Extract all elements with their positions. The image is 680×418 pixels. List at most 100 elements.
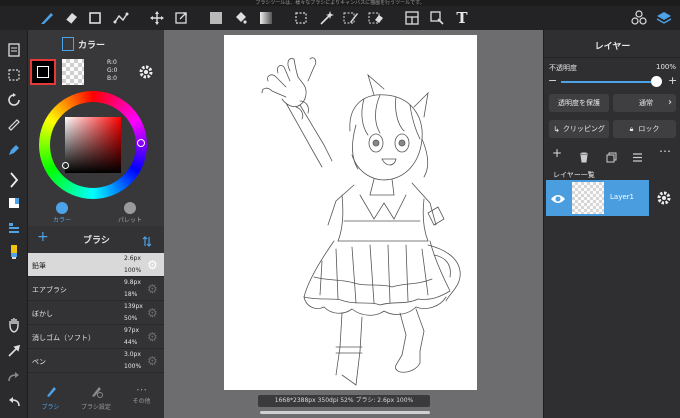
file-icon[interactable] xyxy=(4,40,24,60)
eraser-icon[interactable] xyxy=(62,9,80,27)
opacity-slider-handle[interactable] xyxy=(651,76,662,87)
brush-size: 97px xyxy=(124,327,139,334)
snap-icon[interactable] xyxy=(428,9,446,27)
brush-opacity: 44% xyxy=(124,339,138,346)
tab-brush[interactable]: ブラシ xyxy=(28,380,73,416)
redo-icon[interactable] xyxy=(4,367,24,387)
layer-list-icon[interactable] xyxy=(632,148,643,167)
pen-tool-icon[interactable] xyxy=(112,9,130,27)
hue-handle[interactable] xyxy=(137,139,145,147)
pen-nib-icon[interactable] xyxy=(4,140,24,160)
trash-icon[interactable] xyxy=(579,148,589,167)
opacity-slider[interactable] xyxy=(561,81,657,83)
frame-icon[interactable] xyxy=(403,9,421,27)
brush-item-pen[interactable]: ペン 3.0px 100% ⚙ xyxy=(28,349,164,373)
add-layer-icon[interactable]: + xyxy=(552,146,562,160)
blend-mode-select[interactable]: 通常 › xyxy=(613,94,676,112)
layers-icon[interactable] xyxy=(655,9,673,27)
brush-opacity: 18% xyxy=(124,291,138,298)
opacity-increase-button[interactable]: + xyxy=(668,74,677,87)
transform-icon[interactable] xyxy=(172,9,190,27)
opacity-slider-fill xyxy=(561,81,657,83)
protect-alpha-button[interactable]: 透明度を保護 xyxy=(549,94,609,112)
color-square[interactable] xyxy=(65,117,121,173)
palette-tab-icon xyxy=(124,202,136,214)
tab-other[interactable]: ⋯ その他 xyxy=(119,380,164,416)
brush-item-soft-eraser[interactable]: 消しゴム（ソフト） 97px 44% ⚙ xyxy=(28,325,164,349)
color-picker-handle[interactable] xyxy=(62,162,69,169)
grid-icon[interactable] xyxy=(62,37,74,51)
move-icon[interactable] xyxy=(148,9,166,27)
brush-color-icon[interactable] xyxy=(4,242,24,262)
duplicate-layer-icon[interactable] xyxy=(606,148,617,167)
eyedropper-icon[interactable] xyxy=(4,341,24,361)
brush-item-pencil[interactable]: 鉛筆 2.6px 100% ⚙ xyxy=(28,253,164,277)
layer-gear-icon[interactable] xyxy=(656,190,672,210)
brush-item-blur[interactable]: ぼかし 139px 50% ⚙ xyxy=(28,301,164,325)
rgb-b: B:0 xyxy=(107,75,117,82)
opacity-decrease-button[interactable]: − xyxy=(548,74,557,87)
add-brush-button[interactable]: + xyxy=(37,229,49,245)
brush-name: 消しゴム（ソフト） xyxy=(32,334,95,342)
rgb-g: G:0 xyxy=(107,67,118,74)
lock-icon: 🔒︎ xyxy=(629,124,634,133)
brush-size: 9.8px xyxy=(124,279,141,286)
select-icon[interactable] xyxy=(4,65,24,85)
collapse-icon[interactable] xyxy=(4,170,24,190)
brush-name: ペン xyxy=(32,358,46,366)
select-rect-icon[interactable] xyxy=(292,9,310,27)
layer-row[interactable]: Layer1 xyxy=(546,180,649,216)
eye-icon[interactable] xyxy=(550,190,566,209)
more-options-icon[interactable]: ⋯ xyxy=(659,144,671,158)
brush-tab-icon xyxy=(46,387,56,397)
brush-size: 2.6px xyxy=(124,255,141,262)
clipping-button[interactable]: ↳ クリッピング xyxy=(549,120,609,138)
tab-color[interactable]: カラー xyxy=(28,200,96,226)
brush-opacity: 50% xyxy=(124,315,138,322)
lock-button[interactable]: 🔒︎ ロック xyxy=(613,120,676,138)
tab-brush-label: ブラシ xyxy=(41,404,60,411)
tab-brush-settings-label: ブラシ設定 xyxy=(81,404,111,411)
magic-wand-icon[interactable] xyxy=(317,9,335,27)
ruler-icon[interactable] xyxy=(4,115,24,135)
left-tool-strip xyxy=(0,30,28,418)
gradation-icon[interactable] xyxy=(257,9,275,27)
blend-mode-value: 通常 xyxy=(639,99,653,107)
clipping-label: クリッピング xyxy=(562,125,605,133)
color-wheel[interactable] xyxy=(39,91,147,199)
secondary-color-swatch[interactable] xyxy=(62,59,84,85)
text-icon[interactable]: T xyxy=(453,9,471,27)
drawing-canvas[interactable] xyxy=(224,35,477,390)
bucket-icon[interactable] xyxy=(231,9,249,27)
layer-name: Layer1 xyxy=(610,193,634,201)
brush-item-airbrush[interactable]: エアブラシ 9.8px 18% ⚙ xyxy=(28,277,164,301)
color-chip-icon[interactable] xyxy=(4,193,24,213)
undo-icon[interactable] xyxy=(4,392,24,412)
brush-settings-gear-icon[interactable]: ⚙ xyxy=(147,306,158,320)
brush-settings-icon xyxy=(92,387,103,398)
gear-icon[interactable] xyxy=(138,64,154,84)
divider xyxy=(544,57,680,58)
color-panel: カラー R:0 G:0 B:0 カラー パレット xyxy=(28,30,164,226)
tab-palette[interactable]: パレット xyxy=(96,200,164,226)
tab-brush-settings[interactable]: ブラシ設定 xyxy=(73,380,119,416)
line-art-drawing xyxy=(261,57,461,386)
select-pen-icon[interactable] xyxy=(342,9,360,27)
hand-icon[interactable] xyxy=(4,315,24,335)
primary-color-swatch[interactable] xyxy=(30,59,56,85)
layer-settings-icon[interactable] xyxy=(4,218,24,238)
sort-icon[interactable] xyxy=(142,232,152,251)
materials-icon[interactable] xyxy=(630,9,648,27)
brush-settings-gear-icon[interactable]: ⚙ xyxy=(147,258,158,272)
brush-icon[interactable] xyxy=(38,9,56,27)
rotate-icon[interactable] xyxy=(4,90,24,110)
brush-name: 鉛筆 xyxy=(32,262,46,270)
brush-size: 3.0px xyxy=(124,351,141,358)
brush-settings-gear-icon[interactable]: ⚙ xyxy=(147,330,158,344)
fill-color-icon[interactable] xyxy=(207,9,225,27)
square-icon[interactable] xyxy=(86,9,104,27)
brush-settings-gear-icon[interactable]: ⚙ xyxy=(147,354,158,368)
select-eraser-icon[interactable] xyxy=(367,9,385,27)
brush-name: ぼかし xyxy=(32,310,53,318)
brush-settings-gear-icon[interactable]: ⚙ xyxy=(147,282,158,296)
